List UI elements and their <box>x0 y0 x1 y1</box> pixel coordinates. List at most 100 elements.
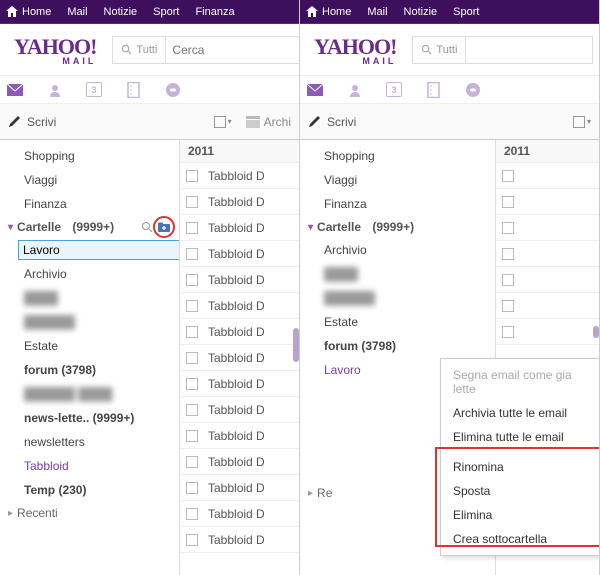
scrollbar-thumb[interactable] <box>293 328 299 362</box>
search-input[interactable] <box>166 43 300 57</box>
nav-mail[interactable]: Mail <box>367 6 387 18</box>
checkbox[interactable] <box>186 404 198 416</box>
add-folder-button[interactable] <box>157 220 171 234</box>
message-row[interactable]: Tabbloid D <box>180 449 299 475</box>
sidebar-item[interactable]: Shopping <box>0 144 179 168</box>
checkbox[interactable] <box>502 326 514 338</box>
nav-sport[interactable]: Sport <box>453 6 479 18</box>
search-scope[interactable]: Tutti <box>413 37 466 63</box>
message-row[interactable]: Tabbloid D <box>180 527 299 553</box>
message-row[interactable] <box>496 241 599 267</box>
sidebar-item[interactable]: forum (3798) <box>0 358 179 382</box>
message-row[interactable]: Tabbloid D <box>180 293 299 319</box>
sidebar-item[interactable]: news-lette.. (9999+) <box>0 406 179 430</box>
message-row[interactable] <box>496 215 599 241</box>
sidebar-item[interactable]: Estate <box>300 310 495 334</box>
menu-archive-all[interactable]: Archivia tutte le email <box>441 401 600 425</box>
checkbox[interactable] <box>502 248 514 260</box>
sidebar-item[interactable]: Shopping <box>300 144 495 168</box>
nav-home[interactable]: Home <box>306 6 351 18</box>
nav-home[interactable]: Home <box>6 6 51 18</box>
menu-delete[interactable]: Elimina <box>441 503 600 527</box>
menu-rename[interactable]: Rinomina <box>441 455 600 479</box>
nav-mail[interactable]: Mail <box>67 6 87 18</box>
checkbox[interactable] <box>186 170 198 182</box>
checkbox[interactable] <box>186 456 198 468</box>
checkbox[interactable] <box>502 222 514 234</box>
checkbox[interactable] <box>186 352 198 364</box>
scrollbar-thumb[interactable] <box>593 326 599 338</box>
sidebar-item[interactable]: Archivio <box>0 262 179 286</box>
notes-icon[interactable] <box>424 81 442 99</box>
mail-icon[interactable] <box>306 81 324 99</box>
checkbox[interactable] <box>186 300 198 312</box>
checkbox[interactable] <box>502 274 514 286</box>
app-icon[interactable] <box>464 81 482 99</box>
contacts-icon[interactable] <box>346 81 364 99</box>
checkbox[interactable] <box>186 508 198 520</box>
message-row[interactable]: Tabbloid D <box>180 371 299 397</box>
checkbox[interactable] <box>186 534 198 546</box>
checkbox[interactable] <box>502 170 514 182</box>
nav-notizie[interactable]: Notizie <box>104 6 138 18</box>
recenti-header[interactable]: ▸ Recenti <box>0 502 179 524</box>
logo[interactable]: YAHOO! MAIL <box>314 34 396 66</box>
cartelle-header[interactable]: ▾ Cartelle (9999+) <box>300 216 495 238</box>
checkbox[interactable] <box>502 300 514 312</box>
sidebar-item[interactable]: forum (3798) <box>300 334 495 358</box>
contacts-icon[interactable] <box>46 81 64 99</box>
notes-icon[interactable] <box>124 81 142 99</box>
menu-move[interactable]: Sposta <box>441 479 600 503</box>
sidebar-item[interactable]: Estate <box>0 334 179 358</box>
sidebar-item[interactable]: Archivio <box>300 238 495 262</box>
checkbox[interactable] <box>186 248 198 260</box>
logo[interactable]: YAHOO! MAIL <box>14 34 96 66</box>
checkbox[interactable] <box>502 196 514 208</box>
new-folder-input[interactable] <box>18 240 180 260</box>
compose-button[interactable]: Scrivi <box>308 115 356 129</box>
search-box[interactable]: Tutti <box>412 36 593 64</box>
nav-sport[interactable]: Sport <box>153 6 179 18</box>
nav-finanza[interactable]: Finanza <box>195 6 234 18</box>
sidebar-item[interactable]: ██████ <box>0 310 179 334</box>
search-scope[interactable]: Tutti <box>113 37 166 63</box>
message-row[interactable]: Tabbloid D <box>180 475 299 501</box>
archive-button[interactable]: Archi <box>246 115 291 129</box>
message-row[interactable]: Tabbloid D <box>180 267 299 293</box>
sidebar-item[interactable]: Finanza <box>0 192 179 216</box>
checkbox[interactable] <box>186 274 198 286</box>
select-all[interactable]: ▾ <box>573 116 591 128</box>
message-row[interactable]: Tabbloid D <box>180 241 299 267</box>
message-row[interactable] <box>496 267 599 293</box>
sidebar-item[interactable]: ████ <box>0 286 179 310</box>
message-row[interactable] <box>496 319 599 345</box>
sidebar-item[interactable]: newsletters <box>0 430 179 454</box>
sidebar-item[interactable]: ██████ <box>300 286 495 310</box>
search-box[interactable]: Tutti <box>112 36 300 64</box>
cartelle-header[interactable]: ▾ Cartelle (9999+) <box>0 216 179 238</box>
mail-icon[interactable] <box>6 81 24 99</box>
message-row[interactable]: Tabbloid D <box>180 423 299 449</box>
message-row[interactable] <box>496 163 599 189</box>
message-row[interactable]: Tabbloid D <box>180 163 299 189</box>
checkbox[interactable] <box>186 222 198 234</box>
compose-button[interactable]: Scrivi <box>8 115 56 129</box>
message-row[interactable]: Tabbloid D <box>180 345 299 371</box>
menu-delete-all[interactable]: Elimina tutte le email <box>441 425 600 449</box>
search-icon[interactable] <box>141 221 153 233</box>
sidebar-item[interactable]: Tabbloid <box>0 454 179 478</box>
sidebar-item[interactable]: ████ <box>300 262 495 286</box>
checkbox[interactable] <box>186 482 198 494</box>
checkbox[interactable] <box>186 196 198 208</box>
message-row[interactable] <box>496 293 599 319</box>
sidebar-item[interactable]: Viaggi <box>0 168 179 192</box>
select-all[interactable]: ▾ <box>214 116 232 128</box>
app-icon[interactable] <box>164 81 182 99</box>
sidebar-item[interactable]: Viaggi <box>300 168 495 192</box>
sidebar-item[interactable]: ██████ ████ <box>0 382 179 406</box>
sidebar-item[interactable]: Finanza <box>300 192 495 216</box>
checkbox[interactable] <box>186 326 198 338</box>
message-row[interactable]: Tabbloid D <box>180 189 299 215</box>
message-row[interactable] <box>496 189 599 215</box>
calendar-icon[interactable]: 3 <box>386 82 402 97</box>
